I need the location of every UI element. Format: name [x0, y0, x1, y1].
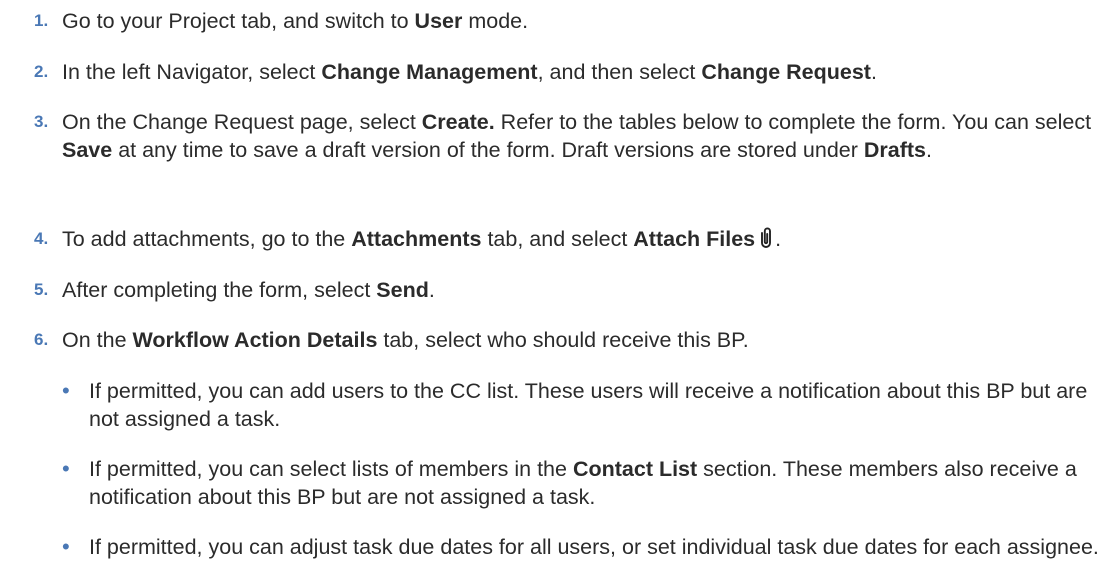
create-label: Create. [421, 110, 495, 134]
workflow-action-details-label: Workflow Action Details [132, 328, 378, 352]
step-number: 1. [34, 11, 49, 30]
bullet-text: If permitted, you can add users to the C… [89, 379, 1088, 431]
change-management-label: Change Management [321, 60, 538, 84]
save-label: Save [62, 138, 113, 162]
step-text: After completing the form, select Send. [62, 278, 435, 302]
attachments-label: Attachments [351, 227, 482, 251]
attach-files-label: Attach Files [633, 227, 756, 251]
step-text: In the left Navigator, select Change Man… [62, 60, 877, 84]
paperclip-icon [757, 226, 775, 250]
bullet-marker: • [62, 534, 70, 559]
user-mode-label: User [414, 9, 463, 33]
step-number: 3. [34, 112, 49, 131]
step-number: 6. [34, 330, 49, 349]
change-request-label: Change Request [701, 60, 871, 84]
bullet-text: If permitted, you can select lists of me… [89, 457, 1077, 509]
instructions-page: 1. Go to your Project tab, and switch to… [0, 0, 1102, 586]
step-number: 5. [34, 280, 49, 299]
send-label: Send [376, 278, 429, 302]
contact-list-label: Contact List [572, 457, 698, 481]
bullet-marker: • [62, 456, 70, 481]
step-text: Go to your Project tab, and switch to Us… [62, 9, 529, 33]
step-number: 2. [34, 62, 49, 81]
step-text: On the Change Request page, select Creat… [62, 110, 1092, 162]
step-number: 4. [34, 229, 49, 248]
step-text: On the Workflow Action Details tab, sele… [62, 328, 749, 352]
bullet-marker: • [62, 378, 70, 403]
step-text: To add attachments, go to the Attachment… [62, 226, 782, 251]
bullet-text: If permitted, you can adjust task due da… [89, 535, 1099, 559]
drafts-label: Drafts [863, 138, 927, 162]
